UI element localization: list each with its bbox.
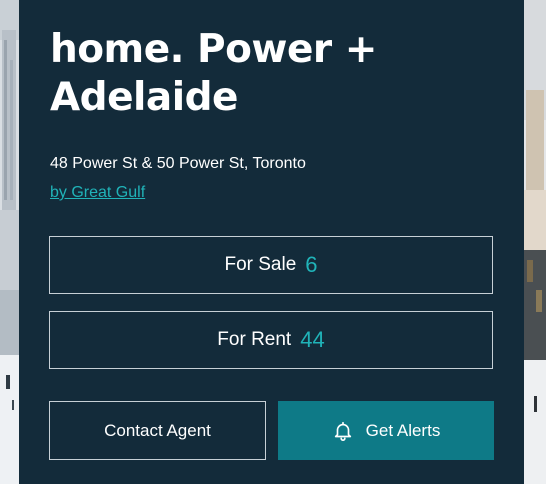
contact-agent-button[interactable]: Contact Agent xyxy=(49,401,266,460)
page: home. Power + Adelaide 48 Power St & 50 … xyxy=(0,0,546,484)
get-alerts-label: Get Alerts xyxy=(365,420,441,440)
for-rent-button[interactable]: For Rent 44 xyxy=(49,311,493,369)
for-rent-label: For Rent xyxy=(217,329,292,350)
for-sale-label: For Sale xyxy=(224,254,297,275)
background-photo-right xyxy=(524,0,546,484)
listing-address: 48 Power St & 50 Power St, Toronto xyxy=(50,155,306,172)
contact-agent-label: Contact Agent xyxy=(104,420,211,440)
get-alerts-button[interactable]: Get Alerts xyxy=(278,401,494,460)
for-sale-button[interactable]: For Sale 6 xyxy=(49,236,493,294)
developer-link[interactable]: by Great Gulf xyxy=(50,182,145,204)
listing-panel: home. Power + Adelaide 48 Power St & 50 … xyxy=(19,0,524,484)
for-sale-count: 6 xyxy=(305,252,318,277)
for-rent-count: 44 xyxy=(300,327,325,352)
background-photo-left xyxy=(0,0,20,484)
listing-title: home. Power + Adelaide xyxy=(50,27,377,120)
bell-icon xyxy=(332,420,354,442)
